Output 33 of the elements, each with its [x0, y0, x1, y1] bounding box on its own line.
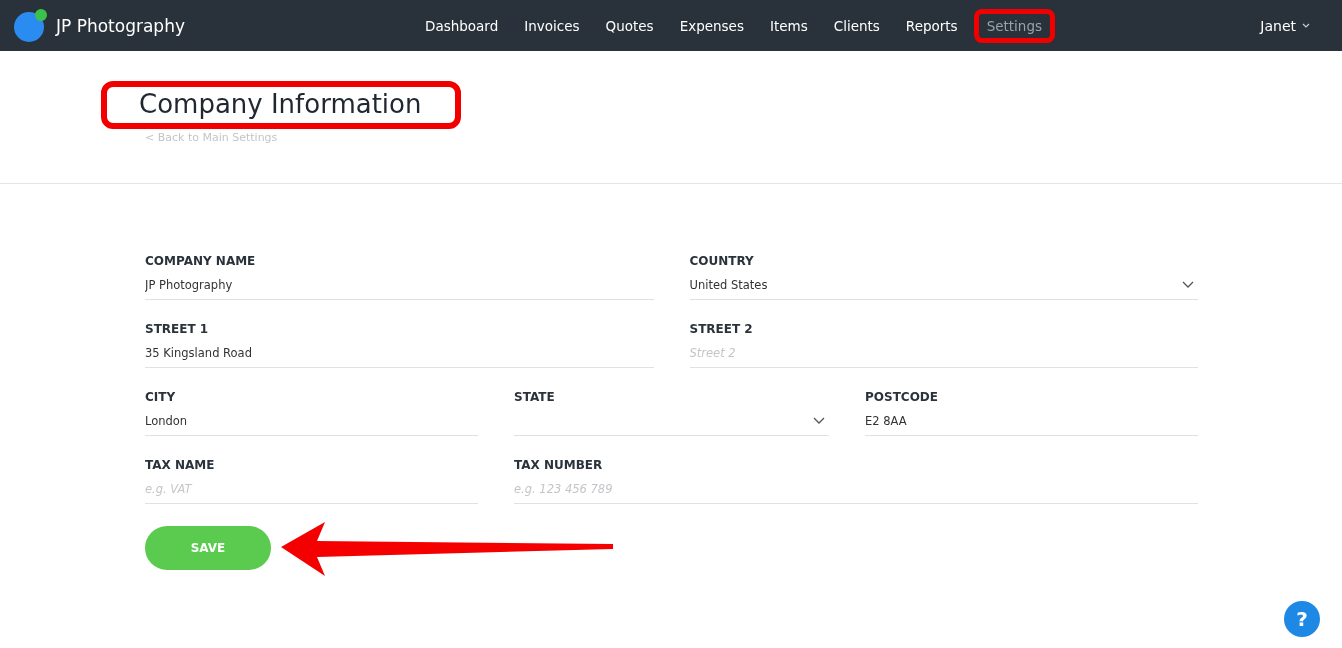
text-field[interactable]: London [145, 413, 478, 428]
app-name: JP Photography [56, 15, 185, 36]
field-label: TAX NAME [145, 458, 216, 472]
field-label: TAX NUMBER [514, 458, 604, 472]
user-menu[interactable]: Janet [1254, 16, 1316, 35]
nav-link[interactable]: Dashboard [412, 13, 512, 38]
nav-link[interactable]: Quotes [592, 13, 667, 38]
text-field[interactable]: e.g. VAT [145, 481, 478, 496]
text-field[interactable]: 35 Kingsland Road [145, 345, 654, 360]
nav-link[interactable]: Settings [973, 8, 1056, 43]
caret-icon [1302, 23, 1310, 28]
page-title: Company Information [101, 81, 462, 129]
text-field[interactable]: e.g. 123 456 789 [514, 481, 1198, 496]
nav-link[interactable]: Reports [892, 13, 971, 38]
chevron-icon [813, 417, 825, 424]
field-label: STATE [514, 390, 556, 404]
field-label: COMPANY NAME [145, 254, 257, 268]
field-label: POSTCODE [865, 390, 939, 404]
text-field[interactable]: JP Photography [145, 277, 654, 292]
field-label: CITY [145, 390, 177, 404]
nav-link[interactable]: Invoices [511, 13, 593, 38]
field-label: STREET 1 [145, 322, 210, 336]
chevron-icon [1182, 281, 1194, 288]
nav-link[interactable]: Clients [820, 13, 893, 38]
text-field[interactable]: E2 8AA [865, 413, 1198, 428]
select-field[interactable]: United States [689, 274, 1198, 300]
logo-icon [14, 8, 48, 43]
field-label: STREET 2 [689, 322, 754, 336]
nav-link[interactable]: Items [756, 13, 821, 38]
nav-link[interactable]: Expenses [666, 13, 757, 38]
field-label: COUNTRY [689, 254, 755, 268]
text-field[interactable]: Street 2 [689, 345, 1198, 360]
help-button[interactable]: ? [1284, 601, 1320, 637]
